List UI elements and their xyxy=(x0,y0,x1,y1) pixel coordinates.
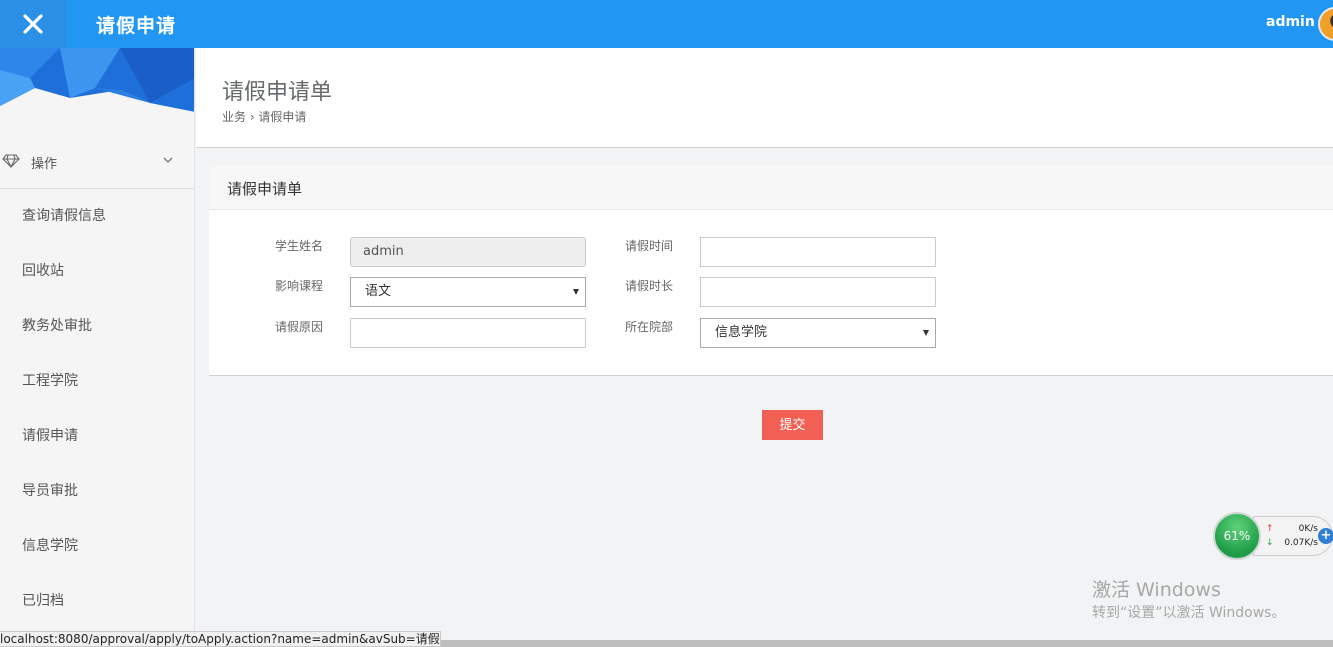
sidebar-group-label: 操作 xyxy=(31,157,58,172)
sidebar-banner xyxy=(0,48,194,112)
course-selected-value: 语文 xyxy=(365,284,392,299)
network-speed-widget[interactable]: ↑ 0K/s ↓ 0.07K/s 61% xyxy=(1213,512,1333,560)
page-title: 请假申请单 xyxy=(222,80,333,105)
close-icon xyxy=(23,14,43,34)
sidebar: 操作 查询请假信息 回收站 教务处审批 工程学院 请假申请 导员审批 信息学院 … xyxy=(0,48,195,638)
sidebar-item-academic-approval[interactable]: 教务处审批 xyxy=(0,299,194,354)
department-selected-value: 信息学院 xyxy=(715,325,768,340)
sidebar-item-counselor-approval[interactable]: 导员审批 xyxy=(0,464,194,519)
upload-speed: 0K/s xyxy=(1298,524,1318,534)
course-select[interactable]: 语文 xyxy=(350,277,586,307)
leave-time-field[interactable] xyxy=(700,237,936,267)
department-label: 所在院部 xyxy=(625,320,674,334)
page-header: 请假申请单 业务 › 请假申请 xyxy=(196,48,1333,148)
user-name[interactable]: admin xyxy=(1266,14,1315,30)
sidebar-item-recycle-bin[interactable]: 回收站 xyxy=(0,244,194,299)
submit-button[interactable]: 提交 xyxy=(762,410,823,440)
breadcrumb: 业务 › 请假申请 xyxy=(222,110,307,124)
status-bar-url: localhost:8080/approval/apply/toApply.ac… xyxy=(0,631,441,647)
activation-watermark-subtitle: 转到“设置”以激活 Windows。 xyxy=(1092,605,1286,621)
duration-label: 请假时长 xyxy=(625,279,674,293)
reason-field[interactable] xyxy=(350,318,586,348)
arrow-down-icon: ↓ xyxy=(1266,538,1274,548)
dropdown-arrow-icon xyxy=(923,330,929,336)
sidebar-item-leave-apply[interactable]: 请假申请 xyxy=(0,409,194,464)
sidebar-item-archived[interactable]: 已归档 xyxy=(0,574,194,629)
panel-header: 请假申请单 xyxy=(209,165,1333,210)
gem-icon xyxy=(2,154,20,168)
avatar[interactable] xyxy=(1318,7,1333,41)
reason-label: 请假原因 xyxy=(275,320,324,334)
sidebar-item-query-leave[interactable]: 查询请假信息 xyxy=(0,189,194,244)
close-button[interactable] xyxy=(0,0,66,48)
student-name-field: admin xyxy=(350,237,586,267)
leave-form-panel: 请假申请单 学生姓名 admin 请假时间 影响课程 语文 请假时长 请假原因 … xyxy=(209,165,1333,376)
panel-title: 请假申请单 xyxy=(227,180,303,198)
download-speed: 0.07K/s xyxy=(1284,538,1318,548)
dropdown-arrow-icon xyxy=(573,289,579,295)
course-label: 影响课程 xyxy=(275,279,324,293)
department-select[interactable]: 信息学院 xyxy=(700,318,936,348)
arrow-up-icon: ↑ xyxy=(1266,524,1274,534)
leave-time-label: 请假时间 xyxy=(625,239,674,253)
student-name-label: 学生姓名 xyxy=(275,239,324,253)
plus-icon[interactable]: + xyxy=(1318,528,1333,544)
activation-watermark-title: 激活 Windows xyxy=(1092,579,1221,601)
download-row: ↓ 0.07K/s xyxy=(1266,538,1318,548)
sidebar-item-info-college[interactable]: 信息学院 xyxy=(0,519,194,574)
sidebar-group-operations[interactable]: 操作 xyxy=(0,141,194,189)
app-title: 请假申请 xyxy=(96,15,177,37)
chevron-down-icon xyxy=(163,157,173,163)
memory-usage-ball[interactable]: 61% xyxy=(1213,512,1261,560)
horizontal-scrollbar[interactable] xyxy=(441,640,1333,647)
upload-row: ↑ 0K/s xyxy=(1266,524,1318,534)
duration-field[interactable] xyxy=(700,277,936,307)
top-bar: 请假申请 admin xyxy=(0,0,1333,48)
sidebar-item-engineering-college[interactable]: 工程学院 xyxy=(0,354,194,409)
